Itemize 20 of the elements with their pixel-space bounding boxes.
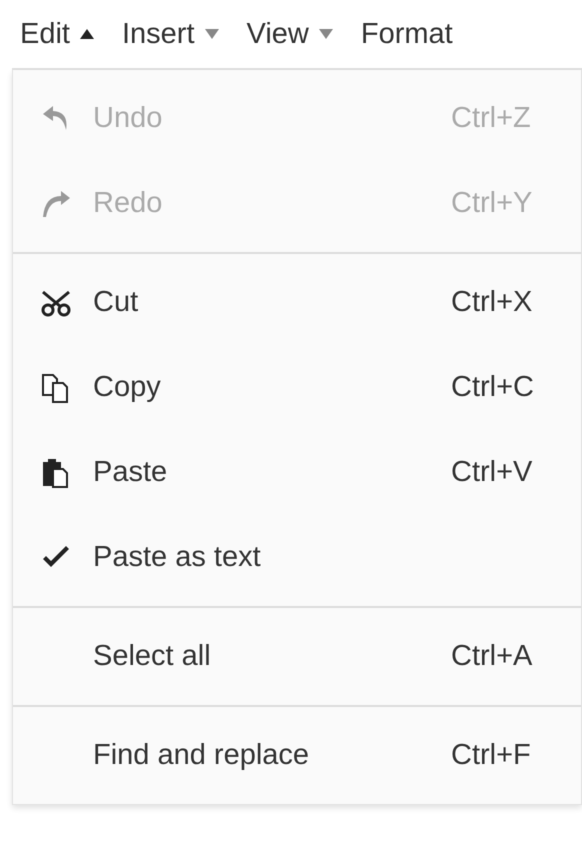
- caret-up-icon: [80, 29, 94, 39]
- menu-item[interactable]: Select all Ctrl+A: [13, 614, 581, 699]
- shortcut-label: Ctrl+C: [451, 371, 535, 404]
- shortcut-label: Ctrl+X: [451, 286, 534, 319]
- shortcut-label: Ctrl+Z: [451, 102, 532, 135]
- menu-button[interactable]: Insert: [122, 18, 219, 50]
- menu-item[interactable]: Paste as text: [13, 515, 581, 600]
- shortcut-label: Ctrl+Y: [451, 187, 534, 220]
- menu-item[interactable]: Paste Ctrl+V: [13, 430, 581, 515]
- caret-down-icon: [318, 29, 333, 39]
- menu-button[interactable]: View: [246, 18, 333, 50]
- menu-item[interactable]: Cut Ctrl+X: [13, 260, 581, 345]
- caret-down-icon: [204, 29, 219, 39]
- shortcut-label: Ctrl+F: [451, 739, 532, 772]
- shortcut-label: Ctrl+A: [451, 640, 534, 673]
- menu-item[interactable]: Find and replace Ctrl+F: [13, 713, 581, 798]
- menu-button[interactable]: Format: [360, 18, 453, 50]
- menu-button[interactable]: Edit: [20, 18, 94, 50]
- shortcut-label: Ctrl+V: [451, 456, 534, 489]
- menu-item[interactable]: Copy Ctrl+C: [13, 345, 581, 430]
